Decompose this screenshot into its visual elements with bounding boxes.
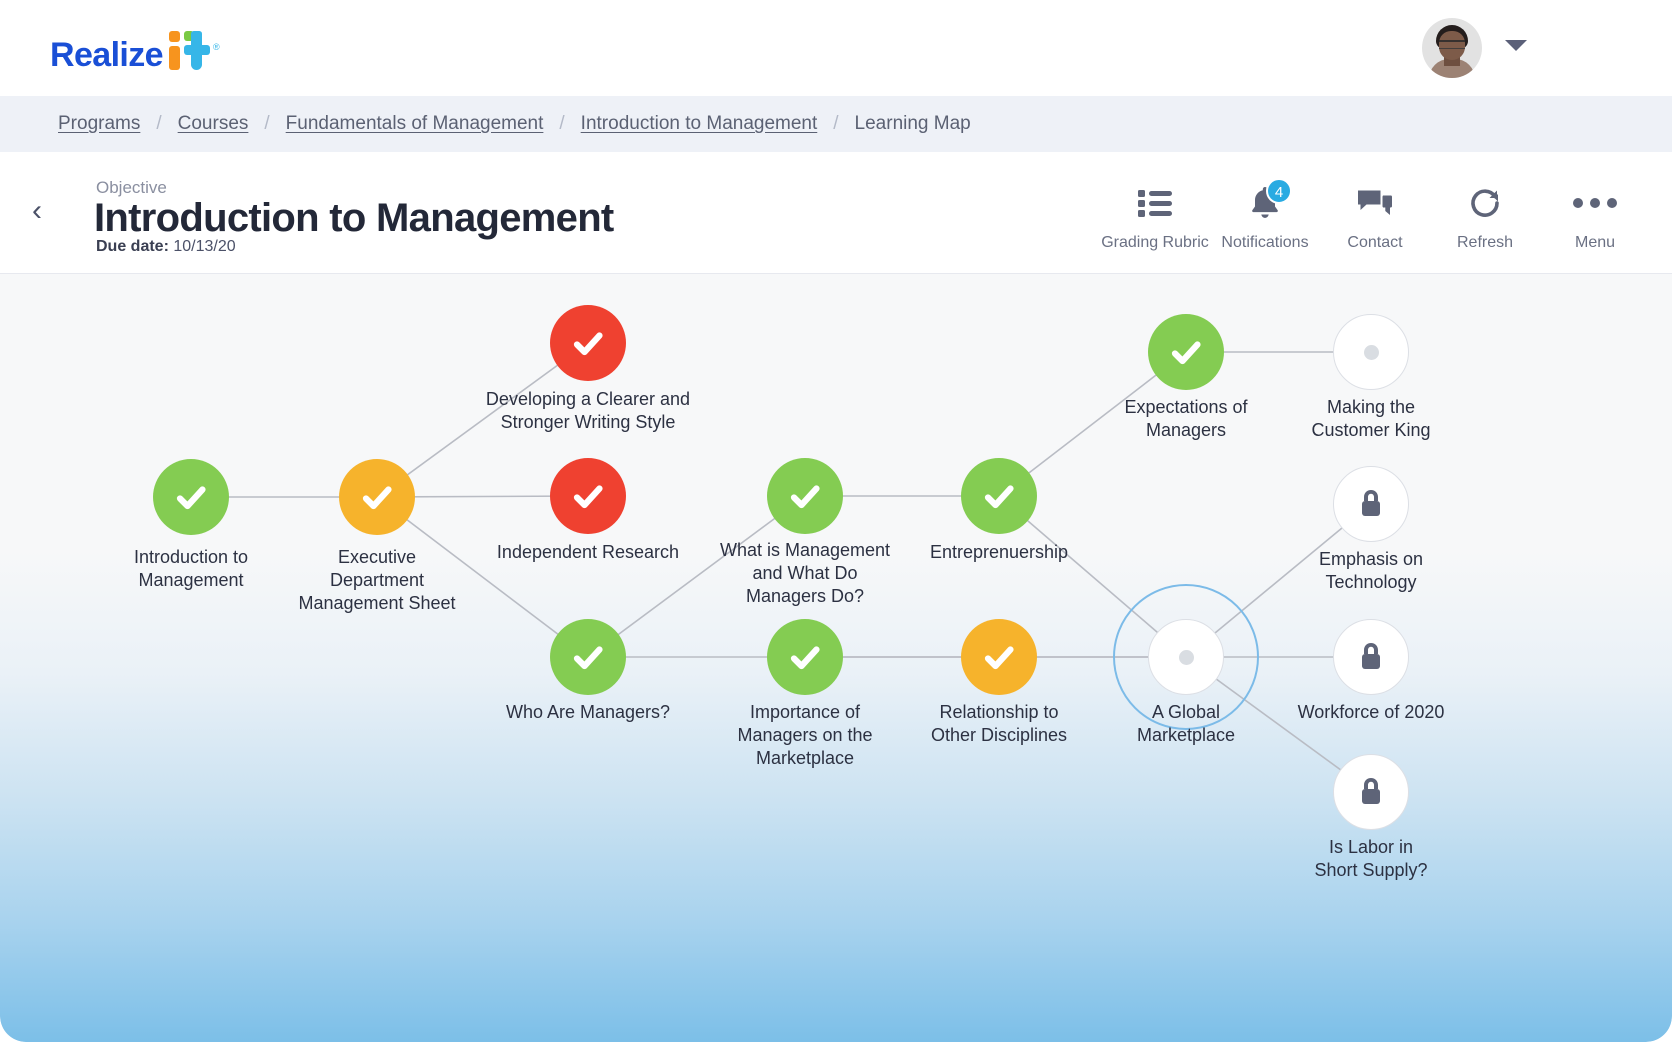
bell-icon: 4 bbox=[1210, 182, 1320, 224]
app-logo[interactable]: Realize ® bbox=[50, 26, 219, 76]
lock-icon bbox=[1357, 488, 1385, 520]
refresh-icon bbox=[1430, 182, 1540, 224]
breadcrumb-item-introduction-to-management[interactable]: Introduction to Management bbox=[581, 113, 818, 135]
back-button[interactable]: ‹ bbox=[32, 196, 56, 226]
chat-icon bbox=[1320, 182, 1430, 224]
check-icon bbox=[979, 637, 1019, 677]
map-node-label-technology: Emphasis on Technology bbox=[1319, 548, 1423, 594]
ellipsis-icon bbox=[1540, 182, 1650, 224]
map-node-importance[interactable] bbox=[767, 619, 843, 695]
map-node-label-importance: Importance of Managers on the Marketplac… bbox=[737, 701, 872, 770]
map-node-whatis[interactable] bbox=[767, 458, 843, 534]
page-title: Introduction to Management bbox=[94, 194, 614, 242]
breadcrumb-item-fundamentals-of-management[interactable]: Fundamentals of Management bbox=[286, 113, 544, 135]
logo-wordmark: Realize bbox=[50, 36, 163, 74]
check-icon bbox=[568, 637, 608, 677]
breadcrumb-item-programs[interactable]: Programs bbox=[58, 113, 140, 135]
breadcrumb: Programs / Courses / Fundamentals of Man… bbox=[0, 96, 1672, 152]
dot-icon bbox=[1364, 345, 1379, 360]
avatar[interactable] bbox=[1422, 18, 1482, 78]
toolbar: Grading Rubric 4 Notifications bbox=[1100, 172, 1650, 252]
map-node-technology[interactable] bbox=[1333, 466, 1409, 542]
toolbar-item-grading-rubric[interactable]: Grading Rubric bbox=[1100, 172, 1210, 252]
map-node-label-whoare: Who Are Managers? bbox=[506, 701, 670, 724]
map-node-label-global: A Global Marketplace bbox=[1137, 701, 1235, 747]
map-node-relationship[interactable] bbox=[961, 619, 1037, 695]
map-node-entre[interactable] bbox=[961, 458, 1037, 534]
due-date-value: 10/13/20 bbox=[173, 238, 235, 255]
breadcrumb-separator: / bbox=[559, 113, 564, 135]
map-node-customer[interactable] bbox=[1333, 314, 1409, 390]
toolbar-label: Refresh bbox=[1430, 234, 1540, 252]
due-date: Due date: 10/13/20 bbox=[96, 238, 236, 256]
due-date-label: Due date: bbox=[96, 238, 169, 255]
map-node-expect[interactable] bbox=[1148, 314, 1224, 390]
map-node-global[interactable] bbox=[1148, 619, 1224, 695]
map-node-labor[interactable] bbox=[1333, 754, 1409, 830]
list-icon bbox=[1100, 182, 1210, 224]
map-node-label-research: Independent Research bbox=[497, 541, 679, 564]
map-node-label-labor: Is Labor in Short Supply? bbox=[1314, 836, 1427, 882]
objective-header: ‹ Objective Introduction to Management D… bbox=[0, 152, 1672, 274]
map-node-label-relationship: Relationship to Other Disciplines bbox=[931, 701, 1067, 747]
map-node-label-exec: Executive Department Management Sheet bbox=[298, 546, 455, 615]
lock-icon bbox=[1357, 776, 1385, 808]
map-node-label-intro: Introduction to Management bbox=[134, 546, 248, 592]
toolbar-item-menu[interactable]: Menu bbox=[1540, 172, 1650, 252]
breadcrumb-separator: / bbox=[156, 113, 161, 135]
toolbar-label: Grading Rubric bbox=[1100, 234, 1210, 252]
breadcrumb-item-courses[interactable]: Courses bbox=[178, 113, 249, 135]
map-node-writing[interactable] bbox=[550, 305, 626, 381]
learning-map-canvas: Introduction to Management Executive Depa… bbox=[0, 274, 1672, 1042]
check-icon bbox=[1166, 332, 1206, 372]
breadcrumb-separator: / bbox=[833, 113, 838, 135]
dot-icon bbox=[1179, 650, 1194, 665]
toolbar-label: Notifications bbox=[1210, 234, 1320, 252]
map-node-intro[interactable] bbox=[153, 459, 229, 535]
check-icon bbox=[785, 476, 825, 516]
map-node-label-workforce: Workforce of 2020 bbox=[1298, 701, 1445, 724]
top-bar: Realize ® bbox=[0, 0, 1672, 96]
breadcrumb-item-learning-map: Learning Map bbox=[855, 113, 971, 135]
map-node-label-expect: Expectations of Managers bbox=[1124, 396, 1247, 442]
chevron-down-icon[interactable] bbox=[1505, 40, 1527, 51]
map-node-label-whatis: What is Management and What Do Managers … bbox=[720, 539, 890, 608]
lock-icon bbox=[1357, 641, 1385, 673]
map-node-research[interactable] bbox=[550, 458, 626, 534]
app-window: Realize ® Programs / Courses / Fundamenta… bbox=[0, 0, 1672, 1042]
logo-it-mark bbox=[167, 30, 213, 70]
toolbar-item-refresh[interactable]: Refresh bbox=[1430, 172, 1540, 252]
toolbar-label: Menu bbox=[1540, 234, 1650, 252]
map-node-exec[interactable] bbox=[339, 459, 415, 535]
notification-badge: 4 bbox=[1266, 178, 1292, 204]
check-icon bbox=[357, 477, 397, 517]
toolbar-item-contact[interactable]: Contact bbox=[1320, 172, 1430, 252]
check-icon bbox=[171, 477, 211, 517]
check-icon bbox=[568, 323, 608, 363]
check-icon bbox=[979, 476, 1019, 516]
map-node-label-customer: Making the Customer King bbox=[1311, 396, 1430, 442]
toolbar-label: Contact bbox=[1320, 234, 1430, 252]
registered-mark: ® bbox=[213, 42, 219, 52]
breadcrumb-separator: / bbox=[264, 113, 269, 135]
map-node-label-writing: Developing a Clearer and Stronger Writin… bbox=[486, 388, 690, 434]
map-node-label-entre: Entreprenuership bbox=[930, 541, 1068, 564]
map-node-workforce[interactable] bbox=[1333, 619, 1409, 695]
check-icon bbox=[568, 476, 608, 516]
check-icon bbox=[785, 637, 825, 677]
toolbar-item-notifications[interactable]: 4 Notifications bbox=[1210, 172, 1320, 252]
map-node-whoare[interactable] bbox=[550, 619, 626, 695]
